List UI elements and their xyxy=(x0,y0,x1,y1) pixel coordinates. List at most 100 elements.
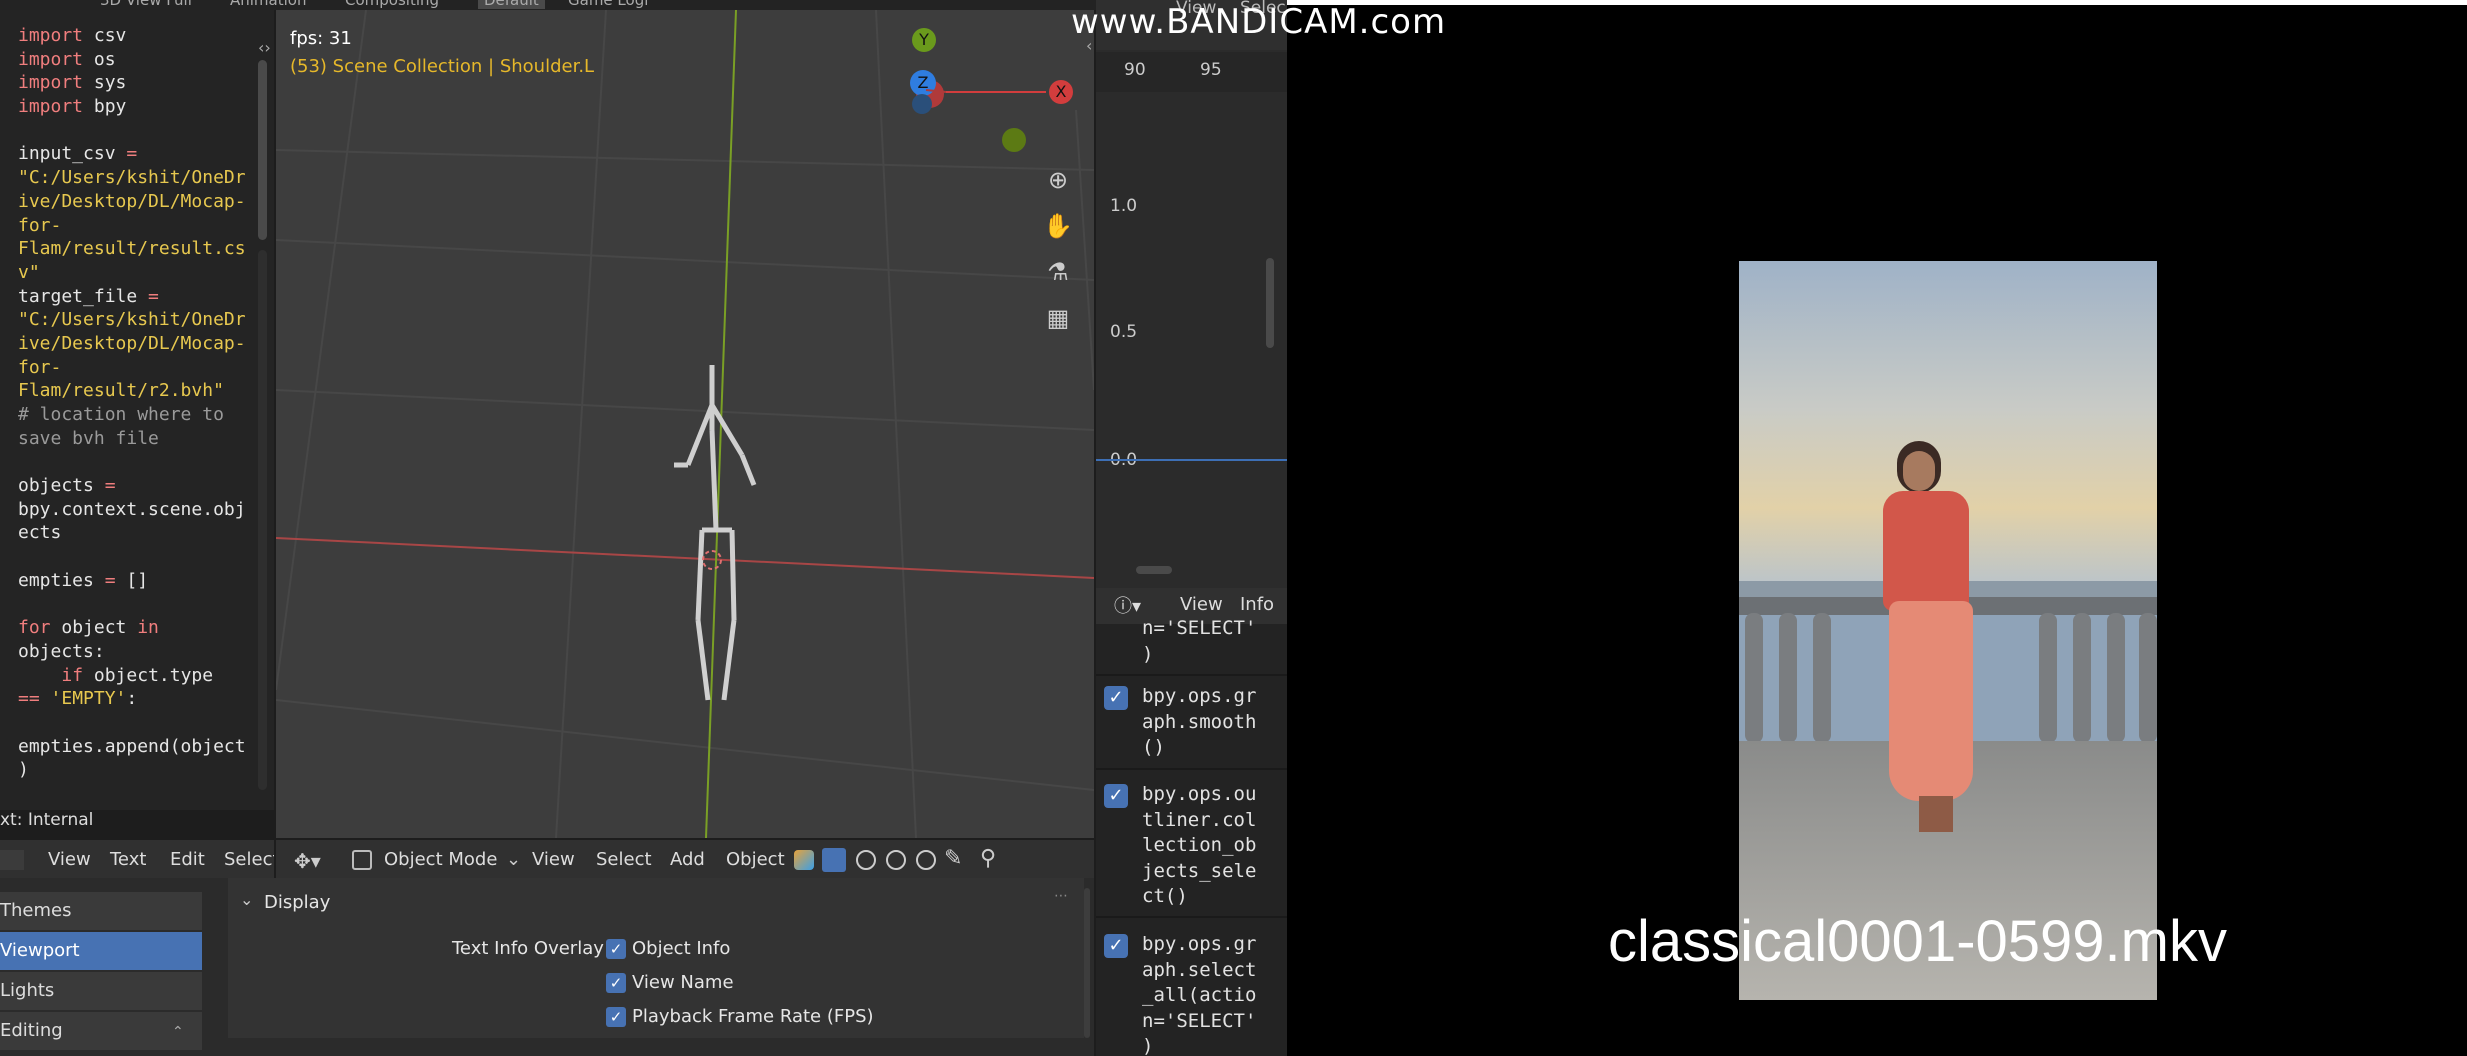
code-token: if xyxy=(61,664,84,686)
checkbox-view-name[interactable]: ✓ xyxy=(606,973,626,993)
tab-game-logic[interactable]: Game Logi xyxy=(568,0,648,9)
chevron-down-icon[interactable]: ⌄ xyxy=(240,890,253,909)
divider xyxy=(1096,916,1287,918)
menu-edit[interactable]: Edit xyxy=(170,849,205,870)
brush-icon[interactable]: ✎ xyxy=(944,846,962,871)
code-token: == xyxy=(18,688,40,710)
frame-label: 95 xyxy=(1200,60,1222,80)
log-line: lection_ob xyxy=(1142,834,1257,856)
vp-menu-select[interactable]: Select xyxy=(596,849,652,870)
log-check-icon[interactable]: ✓ xyxy=(1104,934,1128,958)
viewport-header: ✥▾ Object Mode ⌄ View Select Add Object … xyxy=(276,840,1094,880)
info-editor[interactable]: ⓘ▾ View Info n='SELECT') ✓ bpy.ops.gr aph… xyxy=(1096,588,1287,1056)
preferences-panel: Themes Viewport Lights Editing ⌃ ⌄ Displ… xyxy=(0,878,1094,1056)
code-line: bpy.context.scene.obj xyxy=(18,498,250,522)
3d-viewport[interactable]: fps: 31 (53) Scene Collection | Shoulder… xyxy=(276,10,1094,838)
zoom-icon[interactable]: ⊕ xyxy=(1040,162,1076,198)
ortho-grid-icon[interactable]: ▦ xyxy=(1040,300,1076,336)
code-token: object.type xyxy=(83,664,214,686)
solid-shading-icon[interactable] xyxy=(856,850,876,870)
code-token: save bvh file xyxy=(18,427,159,449)
code-token: = xyxy=(126,143,138,165)
figure-face xyxy=(1903,451,1935,491)
graph-editor[interactable]: View Selec 90 95 1.0 0.5 0.0 xyxy=(1096,0,1287,588)
vp-menu-object[interactable]: Object xyxy=(726,849,785,870)
log-line: ) xyxy=(1142,642,1154,665)
code-line: objects: xyxy=(18,640,250,664)
info-editor-icon[interactable]: ⓘ▾ xyxy=(1114,592,1141,618)
collapse-icon[interactable]: ⌃ xyxy=(172,1024,184,1040)
code-line: empties = [] xyxy=(18,569,250,593)
gizmo-toggle-icon[interactable] xyxy=(794,850,814,870)
log-line: bpy.ops.gr xyxy=(1142,933,1257,955)
rendered-shading-icon[interactable] xyxy=(916,850,936,870)
log-entry[interactable]: bpy.ops.ou tliner.col lection_ob jects_sele… xyxy=(1142,782,1287,910)
code-token: [] xyxy=(115,569,149,591)
log-check-icon[interactable]: ✓ xyxy=(1104,784,1128,808)
camera-view-icon[interactable]: ⚗ xyxy=(1040,254,1076,290)
text-editor[interactable]: import csv import os import sys import bpy i… xyxy=(0,10,274,810)
drag-handle-icon[interactable]: ⋯ xyxy=(1054,888,1068,904)
log-entry[interactable]: bpy.ops.gr aph.select _all(actio n='SELECT'… xyxy=(1142,932,1287,1056)
code-token: sys xyxy=(83,72,127,94)
mode-dropdown[interactable]: Object Mode xyxy=(384,849,497,870)
option-fps: Playback Frame Rate (FPS) xyxy=(632,1006,874,1027)
graph-hscroll[interactable] xyxy=(1136,566,1172,574)
code-token: objects xyxy=(18,475,105,497)
section-title[interactable]: Display xyxy=(264,892,330,913)
code-token: ive/Desktop/DL/Mocap- xyxy=(18,332,246,354)
code-token: "C:/Users/kshit/OneDr xyxy=(18,309,246,331)
code-line: import bpy xyxy=(18,95,250,119)
tab-compositing[interactable]: Compositing xyxy=(345,0,439,9)
figure-torso xyxy=(1883,491,1969,611)
pref-tab-viewport[interactable]: Viewport xyxy=(0,932,202,970)
code-token: = xyxy=(148,285,159,307)
code-token: target_file xyxy=(18,285,149,307)
transform-pivot-icon[interactable]: ✥▾ xyxy=(294,849,321,873)
code-line: import csv xyxy=(18,24,250,48)
code-token: v" xyxy=(18,261,40,283)
video-player[interactable]: www.BANDICAM.com classical0001-0599.mkv xyxy=(1071,0,2467,1056)
chevron-down-icon[interactable]: ⌄ xyxy=(506,849,521,870)
frame-ruler[interactable]: 90 95 xyxy=(1096,52,1287,92)
tab-default[interactable]: Default xyxy=(478,0,545,9)
pref-tab-themes[interactable]: Themes xyxy=(0,892,202,930)
menu-view[interactable]: View xyxy=(48,849,91,870)
code-area[interactable]: import csv import os import sys import bpy i… xyxy=(18,24,250,782)
code-token: 'EMPTY' xyxy=(50,688,127,710)
menu-text[interactable]: Text xyxy=(110,849,146,870)
pref-tab-lights[interactable]: Lights xyxy=(0,972,202,1010)
video-frame xyxy=(1739,261,2157,1000)
graph-vscroll[interactable] xyxy=(1266,258,1274,348)
info-menu-info[interactable]: Info xyxy=(1240,594,1274,615)
pan-hand-icon[interactable]: ✋ xyxy=(1040,208,1076,244)
material-shading-icon[interactable] xyxy=(886,850,906,870)
code-token: objects: xyxy=(18,640,105,662)
overlay-label: Text Info Overlay xyxy=(452,938,604,959)
info-menu-view[interactable]: View xyxy=(1180,594,1223,615)
log-check-icon[interactable]: ✓ xyxy=(1104,686,1128,710)
vp-menu-view[interactable]: View xyxy=(532,849,575,870)
log-line: ct() xyxy=(1142,885,1188,907)
tab-3d-view-full[interactable]: 3D View Full xyxy=(100,0,192,9)
editor-type-icon[interactable] xyxy=(0,850,24,870)
expand-arrows-icon[interactable]: ‹› xyxy=(258,38,271,57)
code-line: == 'EMPTY': xyxy=(18,687,250,711)
code-token: import xyxy=(18,48,84,70)
wireframe-shading-icon[interactable] xyxy=(822,848,846,872)
menu-select[interactable]: Select xyxy=(224,849,274,870)
code-line: Flam/result/r2.bvh" xyxy=(18,379,250,403)
prefs-scrollbar[interactable] xyxy=(1084,888,1090,1038)
code-token: import xyxy=(18,25,84,46)
tab-animation[interactable]: Animation xyxy=(230,0,306,9)
top-border xyxy=(1287,0,2467,5)
vp-menu-add[interactable]: Add xyxy=(670,849,705,870)
search-icon[interactable]: ⚲ xyxy=(980,846,996,871)
log-entry[interactable]: bpy.ops.gr aph.smooth () xyxy=(1142,684,1287,761)
text-scrollbar[interactable] xyxy=(258,60,267,240)
checkbox-fps[interactable]: ✓ xyxy=(606,1007,626,1027)
checkbox-object-info[interactable]: ✓ xyxy=(606,939,626,959)
